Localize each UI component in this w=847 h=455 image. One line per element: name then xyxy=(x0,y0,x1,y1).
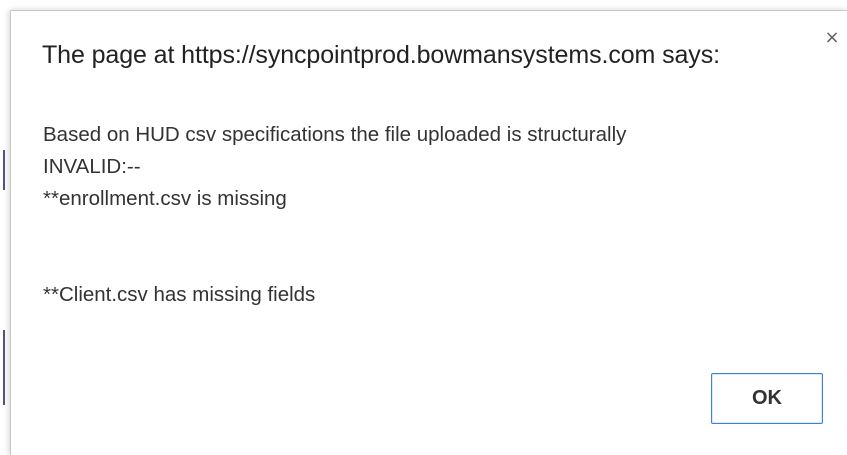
message-line: INVALID:-- xyxy=(43,155,141,178)
message-line: **enrollment.csv is missing xyxy=(43,187,287,210)
ok-button[interactable]: OK xyxy=(711,373,823,424)
message-line: **Client.csv has missing fields xyxy=(43,283,316,306)
alert-dialog: × The page at https://syncpointprod.bowm… xyxy=(10,10,847,455)
close-icon[interactable]: × xyxy=(823,29,841,47)
message-line xyxy=(43,215,763,247)
message-line xyxy=(43,247,763,279)
message-line: Based on HUD csv specifications the file… xyxy=(43,123,627,146)
dialog-title: The page at https://syncpointprod.bowman… xyxy=(42,41,720,69)
dialog-message: Based on HUD csv specifications the file… xyxy=(43,119,763,311)
background-page-edge xyxy=(0,0,10,455)
background-edge-mark xyxy=(3,330,5,405)
background-edge-mark xyxy=(3,150,5,190)
